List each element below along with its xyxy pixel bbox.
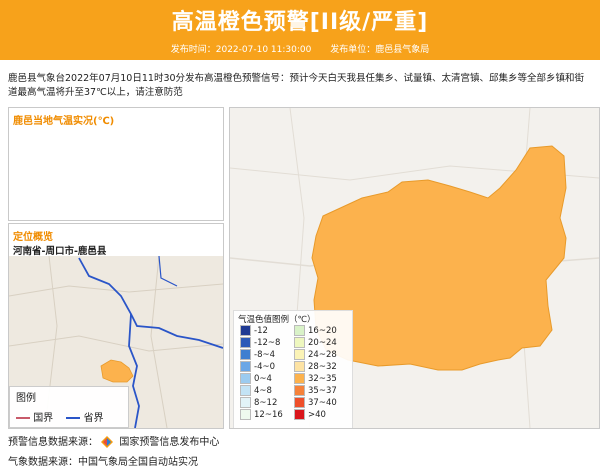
warning-source-name[interactable]: 国家预警信息发布中心 [119, 437, 219, 448]
legend-item: 32~35 [294, 373, 337, 384]
legend-item: -8~4 [240, 349, 275, 360]
publish-unit: 发布单位：鹿邑县气象局 [330, 45, 430, 55]
legend-item: 28~32 [294, 361, 337, 372]
warning-header: 高温橙色预警[II级/严重] 发布时间：2022-07-10 11:30:00 … [0, 0, 600, 60]
location-panel-title: 定位概览 [13, 232, 53, 243]
warning-meta: 发布时间：2022-07-10 11:30:00 发布单位：鹿邑县气象局 [0, 42, 600, 56]
overview-legend-title: 图例 [16, 393, 36, 404]
warning-title: 高温橙色预警[II级/严重] [171, 10, 429, 35]
location-region: 河南省-周口市-鹿邑县 [13, 246, 107, 257]
warning-source-line: 预警信息数据来源： 国家预警信息发布中心 [8, 433, 219, 448]
temperature-legend-title: 气温色值图例（℃） [238, 315, 316, 325]
legend-item: 8~12 [240, 397, 277, 408]
county-map[interactable]: 气温色值图例（℃） -12 -12~8 -8~4 -4~0 0~4 4~8 8~… [229, 107, 600, 429]
country-border-swatch [16, 417, 30, 419]
publish-center-logo-icon [101, 436, 114, 448]
legend-item: 37~40 [294, 397, 337, 408]
warning-source-label: 预警信息数据来源： [8, 437, 98, 448]
province-border-label: 省界 [83, 413, 104, 424]
province-border-swatch [66, 417, 81, 419]
legend-item: >40 [294, 409, 326, 420]
country-border-label: 国界 [33, 413, 54, 424]
legend-item: 12~16 [240, 409, 283, 420]
legend-item: 16~20 [294, 325, 337, 336]
temperature-legend: 气温色值图例（℃） -12 -12~8 -8~4 -4~0 0~4 4~8 8~… [233, 310, 353, 428]
location-panel: 定位概览 河南省-周口市-鹿邑县 图例 国界 省界 [8, 223, 224, 429]
legend-item: 24~28 [294, 349, 337, 360]
weather-source-line: 气象数据来源：中国气象局全国自动站实况 [8, 457, 198, 468]
temperature-panel-title: 鹿邑当地气温实况(℃) [13, 116, 115, 127]
legend-item: 35~37 [294, 385, 337, 396]
legend-item: -12~8 [240, 337, 280, 348]
legend-item: 0~4 [240, 373, 272, 384]
legend-item: 4~8 [240, 385, 272, 396]
temperature-panel: 鹿邑当地气温实况(℃) [8, 107, 224, 221]
legend-item: 20~24 [294, 337, 337, 348]
overview-legend: 图例 国界 省界 [9, 386, 129, 428]
publish-time: 发布时间：2022-07-10 11:30:00 [170, 45, 312, 55]
legend-item: -4~0 [240, 361, 275, 372]
legend-item: -12 [240, 325, 268, 336]
warning-description: 鹿邑县气象台2022年07月10日11时30分发布高温橙色预警信号：预计今天白天… [8, 73, 585, 98]
